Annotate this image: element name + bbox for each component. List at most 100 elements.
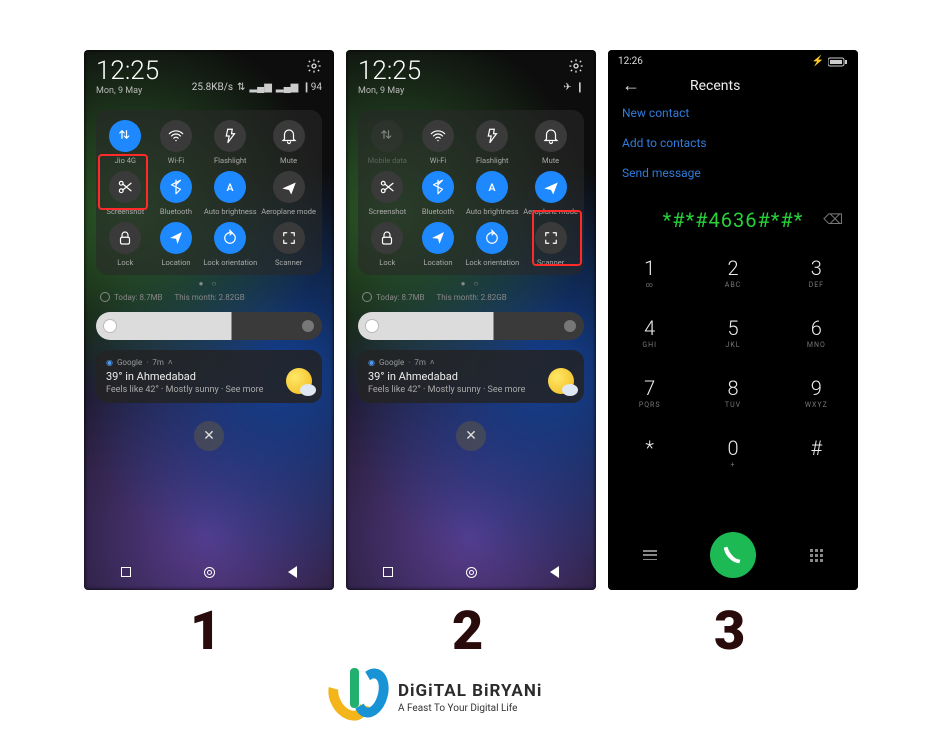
flash-icon <box>476 120 508 152</box>
status-icons: 25.8KB/s ⇅▂▄▆▂▄▆❙94 <box>192 82 322 93</box>
key-6[interactable]: 6MNO <box>775 302 858 362</box>
tile-label: Screenshot <box>368 207 406 216</box>
tile-label: Location <box>161 258 190 267</box>
key-0[interactable]: 0+ <box>691 422 774 482</box>
tile-label: Auto brightness <box>466 207 519 216</box>
key-8[interactable]: 8TUV <box>691 362 774 422</box>
data-usage[interactable]: Today: 8.7MB This month: 2.82GB <box>96 292 322 302</box>
weather-notification[interactable]: ◉Google · 7m ˄ 39° in Ahmedabad Feels li… <box>358 350 584 403</box>
key-4[interactable]: 4GHI <box>608 302 691 362</box>
svg-text:A: A <box>489 181 496 194</box>
sun-icon <box>286 368 312 394</box>
tile-air[interactable]: Aeroplane mode <box>261 171 316 216</box>
new-contact-link[interactable]: New contact <box>622 106 844 120</box>
tile-wifi[interactable]: Wi-Fi <box>153 120 200 165</box>
step-number-2: 2 <box>452 600 483 663</box>
tile-lock[interactable]: Lock <box>102 222 149 267</box>
scissors-icon <box>371 171 403 203</box>
phone-screenshot-3: 12:26 ⚡ ← Recents New contact Add to con… <box>608 50 858 590</box>
tile-label: Mobile data <box>368 156 407 165</box>
home-button[interactable] <box>204 567 215 578</box>
tile-wifi[interactable]: Wi-Fi <box>415 120 462 165</box>
menu-icon[interactable] <box>643 550 657 560</box>
key-2[interactable]: 2ABC <box>691 242 774 302</box>
brand-logo: DiGiTAL BiRYANi A Feast To Your Digital … <box>330 668 542 726</box>
tile-label: Bluetooth <box>160 207 192 216</box>
key-9[interactable]: 9WXYZ <box>775 362 858 422</box>
overview-button[interactable] <box>121 567 131 577</box>
date: Mon, 9 May <box>96 86 159 96</box>
tile-flash[interactable]: Flashlight <box>465 120 519 165</box>
settings-icon[interactable] <box>568 58 584 74</box>
status-bar: 12:26 ⚡ <box>608 50 858 69</box>
key-*[interactable]: * <box>608 422 691 482</box>
bt-icon <box>422 171 454 203</box>
dismiss-all-button[interactable]: ✕ <box>194 421 224 451</box>
brightness-slider[interactable] <box>358 312 584 340</box>
tile-bt[interactable]: Bluetooth <box>153 171 200 216</box>
tile-label: Wi-Fi <box>168 156 185 165</box>
A-icon: A <box>214 171 246 203</box>
updown-icon <box>109 120 141 152</box>
back-button[interactable]: ← <box>622 75 640 96</box>
tile-autob[interactable]: A Auto brightness <box>203 171 257 216</box>
phone-screenshot-2: 12:25 Mon, 9 May ✈❙ Mobile data Wi-Fi Flas… <box>346 50 596 590</box>
tile-loc[interactable]: Location <box>415 222 462 267</box>
clock: 12:25 <box>96 58 159 84</box>
tile-sshot[interactable]: Screenshot <box>364 171 411 216</box>
add-to-contacts-link[interactable]: Add to contacts <box>622 136 844 150</box>
tile-label: Flashlight <box>214 156 247 165</box>
tile-label: Mute <box>280 156 297 165</box>
rot-icon <box>214 222 246 254</box>
data-usage[interactable]: Today: 8.7MB This month: 2.82GB <box>358 292 584 302</box>
tile-mute[interactable]: Mute <box>261 120 316 165</box>
back-button[interactable] <box>288 566 297 578</box>
home-button[interactable] <box>466 567 477 578</box>
key-3[interactable]: 3DEF <box>775 242 858 302</box>
status-icons: ✈❙ <box>563 82 584 93</box>
nav-bar <box>84 560 334 584</box>
overview-button[interactable] <box>383 567 393 577</box>
tile-label: Bluetooth <box>422 207 454 216</box>
sun-icon <box>548 368 574 394</box>
key-1[interactable]: 1∞ <box>608 242 691 302</box>
tile-lori[interactable]: Lock orientation <box>203 222 257 267</box>
tile-mute[interactable]: Mute <box>523 120 578 165</box>
tile-flash[interactable]: Flashlight <box>203 120 257 165</box>
call-button[interactable] <box>710 532 756 578</box>
step-number-1: 1 <box>190 600 221 663</box>
brightness-slider[interactable] <box>96 312 322 340</box>
plane-icon <box>535 171 567 203</box>
highlight-box <box>98 154 148 210</box>
clock: 12:25 <box>358 58 421 84</box>
tile-lori[interactable]: Lock orientation <box>465 222 519 267</box>
settings-icon[interactable] <box>306 58 322 74</box>
tile-label: Lock <box>117 258 133 267</box>
tile-bt[interactable]: Bluetooth <box>415 171 462 216</box>
dismiss-all-button[interactable]: ✕ <box>456 421 486 451</box>
tile-label: Aeroplane mode <box>261 207 316 216</box>
dial-keypad: 1∞2ABC3DEF 4GHI5JKL6MNO 7PQRS8TUV9WXYZ * 0+… <box>608 242 858 520</box>
key-5[interactable]: 5JKL <box>691 302 774 362</box>
tile-data[interactable]: Mobile data <box>364 120 411 165</box>
bell-icon <box>535 120 567 152</box>
tile-loc[interactable]: Location <box>153 222 200 267</box>
updown-icon <box>371 120 403 152</box>
tile-label: Mute <box>542 156 559 165</box>
dialed-number: *#*#4636#*#* ⌫ <box>608 190 858 242</box>
date: Mon, 9 May <box>358 86 421 96</box>
tile-label: Auto brightness <box>204 207 257 216</box>
tile-scan[interactable]: Scanner <box>261 222 316 267</box>
send-message-link[interactable]: Send message <box>622 166 844 180</box>
back-button[interactable] <box>550 566 559 578</box>
weather-notification[interactable]: ◉Google · 7m ˄ 39° in Ahmedabad Feels li… <box>96 350 322 403</box>
key-7[interactable]: 7PQRS <box>608 362 691 422</box>
backspace-icon[interactable]: ⌫ <box>823 212 844 228</box>
key-#[interactable]: # <box>775 422 858 482</box>
tile-lock[interactable]: Lock <box>364 222 411 267</box>
status-time: 12:26 <box>618 56 643 67</box>
keypad-toggle-icon[interactable] <box>810 549 823 562</box>
tile-autob[interactable]: A Auto brightness <box>465 171 519 216</box>
tile-label: Flashlight <box>476 156 509 165</box>
highlight-box <box>532 210 582 266</box>
